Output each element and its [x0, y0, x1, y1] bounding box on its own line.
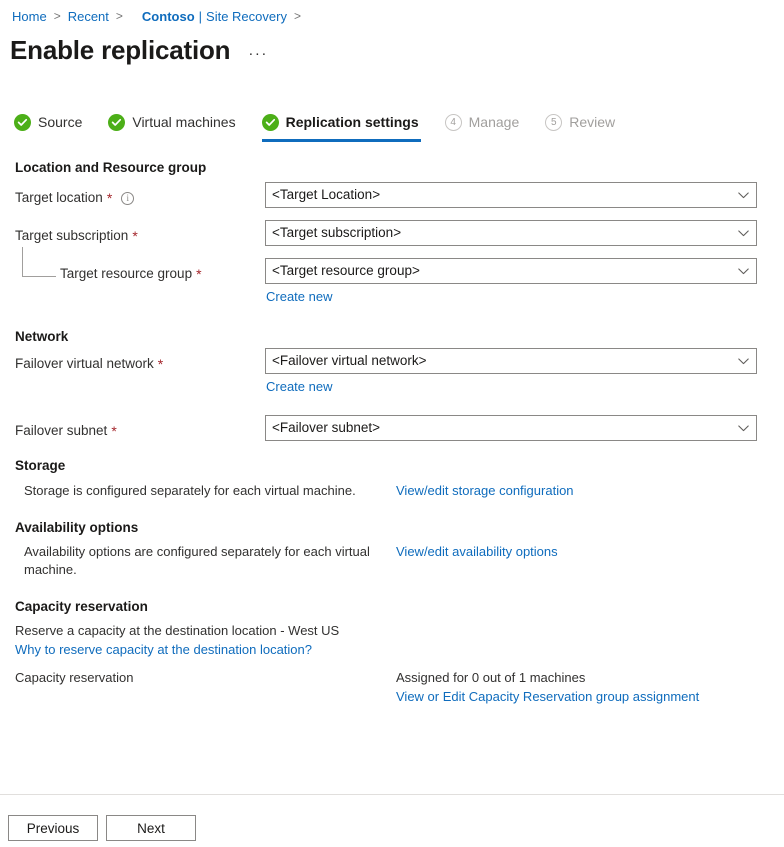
target-location-dropdown[interactable]: <Target Location>	[265, 182, 757, 208]
title-row: Enable replication ···	[10, 33, 268, 67]
wizard-steps: Source Virtual machines Replication sett…	[14, 113, 641, 142]
target-location-value: <Target Location>	[266, 186, 730, 204]
label-text: Target subscription	[15, 227, 128, 245]
section-heading-capacity: Capacity reservation	[15, 599, 148, 614]
check-circle-icon	[14, 114, 31, 131]
chevron-down-icon	[730, 230, 756, 237]
label-failover-virtual-network: Failover virtual network *	[15, 355, 163, 373]
tab-replication-settings[interactable]: Replication settings	[262, 113, 419, 142]
section-heading-storage: Storage	[15, 458, 65, 473]
tree-connector-line	[22, 247, 56, 277]
more-options-icon[interactable]: ···	[248, 49, 268, 59]
capacity-reservation-status: Assigned for 0 out of 1 machines	[396, 669, 585, 687]
view-edit-availability-options-link[interactable]: View/edit availability options	[396, 543, 558, 561]
previous-button[interactable]: Previous	[8, 815, 98, 841]
target-subscription-value: <Target subscription>	[266, 224, 730, 242]
required-marker: *	[158, 355, 163, 373]
failover-subnet-value: <Failover subnet>	[266, 419, 730, 437]
target-subscription-dropdown[interactable]: <Target subscription>	[265, 220, 757, 246]
storage-description: Storage is configured separately for eac…	[24, 482, 356, 500]
breadcrumb: Home > Recent > Contoso | Site Recovery …	[12, 8, 308, 25]
tab-source[interactable]: Source	[14, 113, 82, 142]
info-icon[interactable]: i	[121, 192, 134, 205]
view-edit-storage-configuration-link[interactable]: View/edit storage configuration	[396, 482, 574, 500]
label-target-subscription: Target subscription *	[15, 227, 138, 245]
breadcrumb-pipe: |	[199, 8, 202, 25]
footer-divider	[0, 794, 784, 795]
label-target-resource-group: Target resource group *	[60, 265, 202, 283]
target-resource-group-value: <Target resource group>	[266, 262, 730, 280]
failover-virtual-network-dropdown[interactable]: <Failover virtual network>	[265, 348, 757, 374]
breadcrumb-item-site-recovery[interactable]: Site Recovery	[206, 8, 287, 25]
capacity-description: Reserve a capacity at the destination lo…	[15, 622, 339, 640]
label-text: Target resource group	[60, 265, 192, 283]
label-target-location: Target location * i	[15, 189, 134, 207]
tab-label: Review	[569, 113, 615, 132]
breadcrumb-separator-icon: >	[294, 8, 301, 25]
chevron-down-icon	[730, 358, 756, 365]
section-heading-availability: Availability options	[15, 520, 138, 535]
label-text: Failover subnet	[15, 422, 107, 440]
tab-label: Manage	[469, 113, 520, 132]
breadcrumb-item-recent[interactable]: Recent	[68, 8, 109, 25]
check-circle-icon	[262, 114, 279, 131]
chevron-down-icon	[730, 268, 756, 275]
tab-review: 5 Review	[545, 113, 615, 142]
label-failover-subnet: Failover subnet *	[15, 422, 117, 440]
step-number: 4	[445, 114, 462, 131]
capacity-reservation-row-label: Capacity reservation	[15, 669, 134, 687]
tab-label: Replication settings	[286, 113, 419, 132]
chevron-down-icon	[730, 425, 756, 432]
failover-subnet-dropdown[interactable]: <Failover subnet>	[265, 415, 757, 441]
view-edit-capacity-reservation-group-link[interactable]: View or Edit Capacity Reservation group …	[396, 688, 699, 706]
chevron-down-icon	[730, 192, 756, 199]
section-heading-location: Location and Resource group	[15, 160, 206, 175]
availability-description: Availability options are configured sepa…	[24, 543, 389, 579]
check-circle-icon	[108, 114, 125, 131]
breadcrumb-item-home[interactable]: Home	[12, 8, 47, 25]
page-title: Enable replication	[10, 33, 230, 67]
failover-virtual-network-value: <Failover virtual network>	[266, 352, 730, 370]
breadcrumb-item-resource[interactable]: Contoso	[142, 8, 195, 25]
target-resource-group-dropdown[interactable]: <Target resource group>	[265, 258, 757, 284]
tab-virtual-machines[interactable]: Virtual machines	[108, 113, 235, 142]
why-reserve-capacity-link[interactable]: Why to reserve capacity at the destinati…	[15, 641, 312, 659]
label-text: Target location	[15, 189, 103, 207]
create-new-virtual-network-link[interactable]: Create new	[266, 378, 332, 395]
required-marker: *	[111, 422, 116, 440]
required-marker: *	[196, 265, 201, 283]
breadcrumb-separator-icon: >	[116, 8, 123, 25]
tab-label: Virtual machines	[132, 113, 235, 132]
next-button[interactable]: Next	[106, 815, 196, 841]
tab-active-indicator	[262, 139, 421, 142]
wizard-footer: Previous Next	[8, 815, 204, 841]
required-marker: *	[132, 227, 137, 245]
enable-replication-page: Home > Recent > Contoso | Site Recovery …	[0, 0, 784, 847]
section-heading-network: Network	[15, 329, 68, 344]
breadcrumb-separator-icon: >	[54, 8, 61, 25]
create-new-resource-group-link[interactable]: Create new	[266, 288, 332, 305]
step-number: 5	[545, 114, 562, 131]
tab-manage: 4 Manage	[445, 113, 520, 142]
label-text: Failover virtual network	[15, 355, 154, 373]
tab-label: Source	[38, 113, 82, 132]
required-marker: *	[107, 189, 112, 207]
